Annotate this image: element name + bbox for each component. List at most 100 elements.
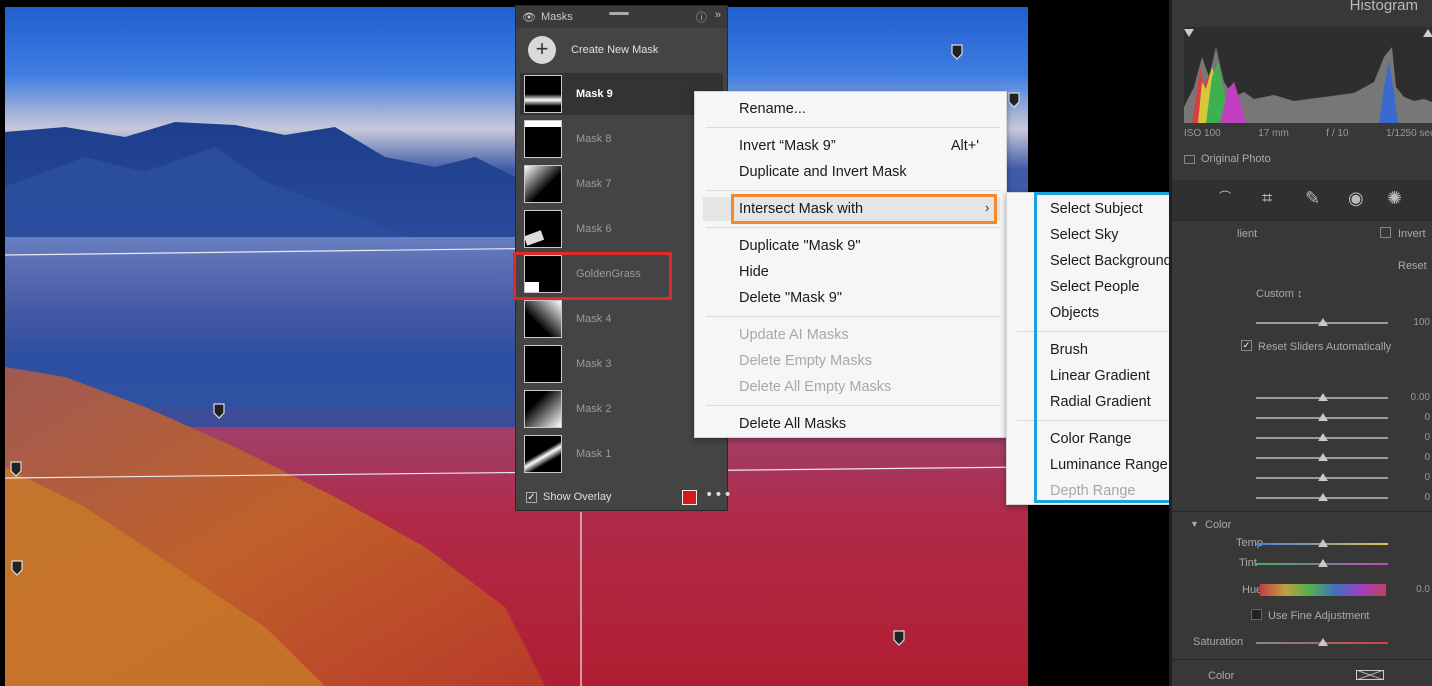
mask-item[interactable]: Mask 4 [520,298,723,340]
show-overlay-checkbox[interactable]: ✓ [526,491,537,503]
adjust-slider[interactable] [1256,433,1388,441]
temp-slider[interactable] [1256,539,1388,547]
iso-value: ISO 100 [1184,128,1221,139]
mask-pin-icon[interactable] [893,630,905,646]
mask-thumbnail [524,300,562,338]
menu-separator [706,127,1000,128]
color-swatch[interactable] [1356,670,1384,680]
shutter-speed: 1/1250 sec [1386,128,1432,139]
slider-value: 0 [1424,432,1430,443]
mask-label: Mask 1 [576,448,612,460]
masks-panel-title: Masks [540,11,573,23]
adjust-slider[interactable] [1256,473,1388,481]
mask-label: Mask 8 [576,133,612,145]
histogram-graph [1184,27,1432,123]
mask-thumbnail [524,120,562,158]
mask-label: Mask 6 [576,223,612,235]
mask-context-menu: Rename... Invert “Mask 9” Alt+' Duplicat… [694,91,1007,438]
tint-slider[interactable] [1256,559,1388,567]
mask-pin-icon[interactable] [951,44,963,60]
menu-item-delete-empty: Delete Empty Masks [739,353,872,369]
focal-length: 17 mm [1258,128,1289,139]
masks-panel-header[interactable]: 👁 Masks ⓘ » [516,6,727,28]
slider-value: 0 [1424,472,1430,483]
mask-item[interactable]: Mask 8 [520,118,723,160]
aperture-value: f / 10 [1326,128,1349,139]
hue-value: 0.0 [1416,584,1430,595]
partial-tool-icon[interactable]: ⌒ [1219,188,1231,205]
reset-sliders-checkbox[interactable]: ✓ [1241,340,1252,351]
menu-item-delete-all[interactable]: Delete All Masks [739,416,846,432]
masking-icon[interactable]: ✺ [1387,188,1402,209]
menu-separator [706,405,1000,406]
invert-checkbox[interactable] [1380,227,1391,238]
slider-value: 0 [1424,452,1430,463]
help-icon[interactable]: ⓘ [696,9,707,25]
crop-icon[interactable]: ⌗ [1262,188,1272,209]
original-photo-toggle[interactable]: Original Photo [1184,153,1271,165]
amount-slider[interactable] [1256,318,1388,326]
mask-item[interactable]: Mask 7 [520,163,723,205]
menu-item-delete[interactable]: Delete "Mask 9" [739,290,842,306]
reset-button[interactable]: Reset [1398,260,1427,272]
fine-adjustment-label: Use Fine Adjustment [1268,610,1370,622]
invert-shortcut: Alt+' [950,138,979,154]
hue-slider[interactable] [1260,584,1386,596]
annotation-highlight-orange [731,194,997,224]
menu-item-rename[interactable]: Rename... [739,101,806,117]
mask-label: Mask 7 [576,178,612,190]
amount-value: 100 [1413,317,1430,328]
annotation-highlight-red [513,252,672,300]
tool-strip: ⌒ ⌗ ✎ ◉ ✺ [1172,180,1432,220]
adjust-slider[interactable] [1256,453,1388,461]
more-options-icon[interactable]: ••• [705,487,733,503]
mask-label: Mask 2 [576,403,612,415]
red-eye-icon[interactable]: ◉ [1348,188,1364,209]
mask-pin-icon[interactable] [213,403,225,419]
mask-thumbnail [524,390,562,428]
plus-icon: + [528,36,556,64]
collapse-icon[interactable]: » [715,9,721,25]
mask-item[interactable]: Mask 6 [520,208,723,250]
adjust-slider[interactable] [1256,393,1388,401]
exif-info: ISO 100 17 mm f / 10 1/1250 sec [1184,128,1432,139]
divider [1172,511,1432,512]
menu-item-invert[interactable]: Invert “Mask 9” [739,138,836,154]
heal-icon[interactable]: ✎ [1305,188,1320,209]
show-overlay-label: Show Overlay [543,491,612,503]
color-swatch-label: Color [1208,670,1235,682]
menu-item-duplicate-invert[interactable]: Duplicate and Invert Mask [739,164,907,180]
slider-value: 0.00 [1410,392,1430,403]
preset-select[interactable]: Custom ↕ [1256,288,1302,300]
mask-item[interactable]: Mask 2 [520,388,723,430]
amount-header-label: lient [1237,228,1258,240]
mask-pin-icon[interactable] [10,461,22,477]
mask-item[interactable]: Mask 1 [520,433,723,475]
mask-pin-icon[interactable] [11,560,23,576]
slider-value: 0 [1424,492,1430,503]
adjust-slider[interactable] [1256,413,1388,421]
invert-label: Invert [1398,228,1426,240]
saturation-slider[interactable] [1256,638,1388,646]
eye-icon[interactable]: 👁 [522,11,536,24]
reset-sliders-label: Reset Sliders Automatically [1258,341,1392,353]
menu-item-hide[interactable]: Hide [739,264,769,280]
overlay-color-swatch[interactable] [682,490,697,505]
mask-thumbnail [524,210,562,248]
collapse-triangle-icon[interactable]: ▼ [1190,519,1199,529]
develop-right-panel: Histogram ISO 100 17 mm f / 10 1/1250 se… [1169,0,1432,686]
histogram[interactable] [1184,27,1432,123]
mask-item[interactable]: Mask 9 [520,73,723,115]
mask-pin-icon[interactable] [1008,92,1020,108]
mask-thumbnail [524,435,562,473]
menu-item-duplicate[interactable]: Duplicate "Mask 9" [739,238,861,254]
mask-label: Mask 9 [576,88,613,100]
mask-item[interactable]: Mask 3 [520,343,723,385]
original-photo-checkbox[interactable] [1184,154,1195,164]
create-new-mask-button[interactable]: + Create New Mask [516,32,727,68]
drag-handle[interactable] [609,12,629,15]
adjust-slider[interactable] [1256,493,1388,501]
divider [1172,659,1432,660]
color-section-title[interactable]: Color [1205,519,1231,531]
fine-adjustment-checkbox[interactable] [1251,609,1262,620]
